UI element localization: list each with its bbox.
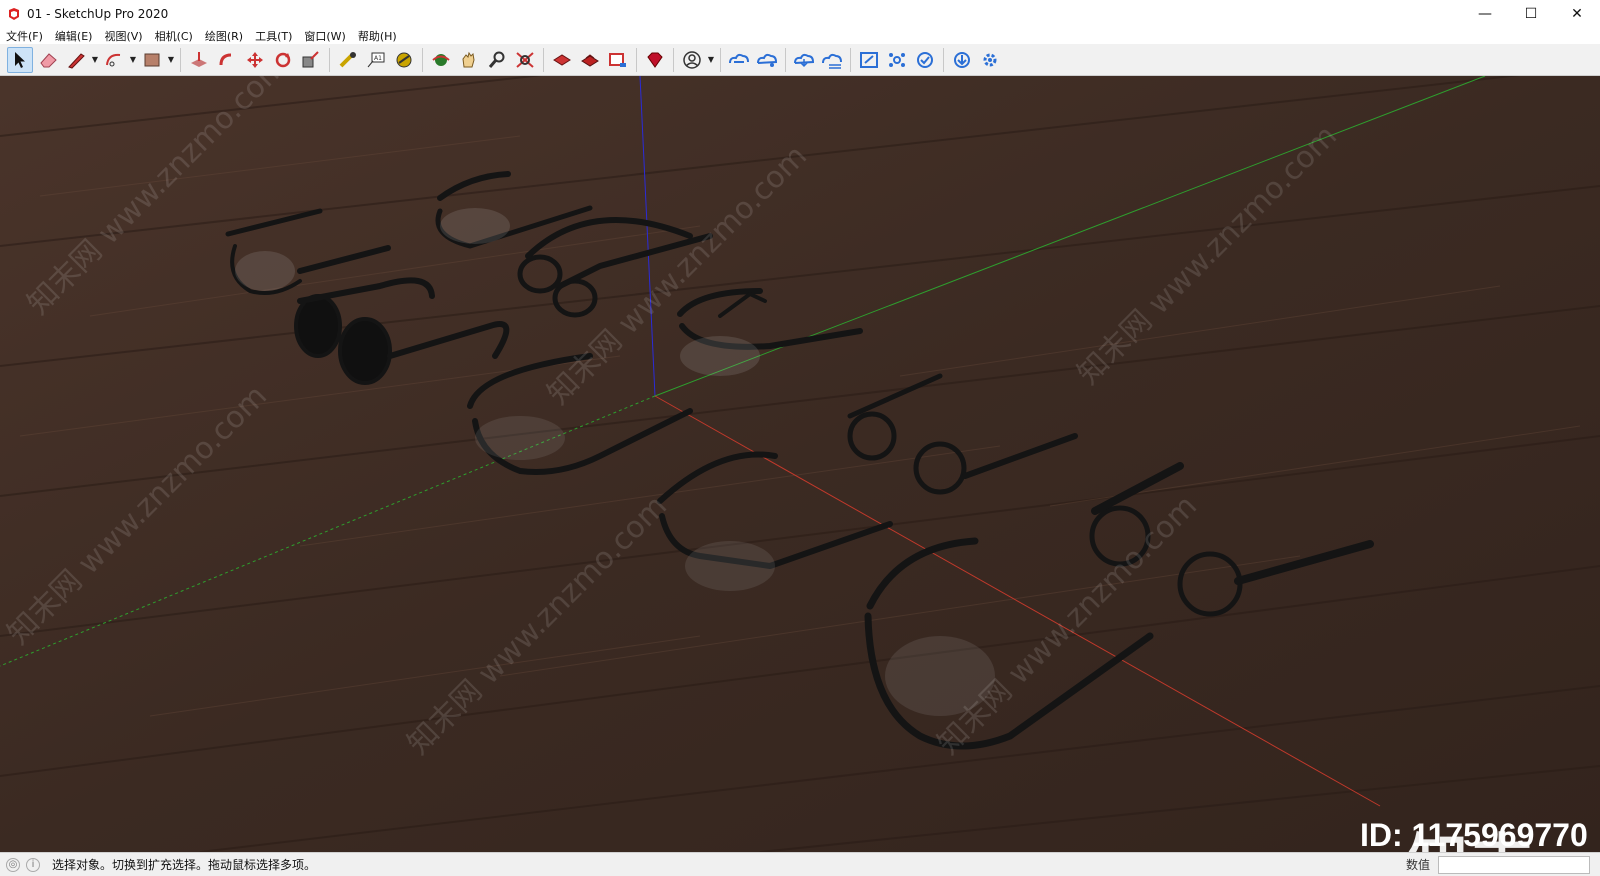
paint-dropdown-caret-icon[interactable]: ▼ [166,47,176,73]
image-id-label: ID: 1175969770 [1360,817,1588,853]
dimension-icon[interactable] [391,47,417,73]
toolbar-separator [943,47,944,72]
maximize-button[interactable]: ☐ [1508,0,1554,28]
measurements-label: 数值 [1405,858,1430,872]
toolbar-separator [329,47,330,72]
menu-view[interactable]: 视图(V) [98,28,148,44]
menu-window[interactable]: 窗口(W) [298,28,351,44]
text-icon[interactable]: A1 [363,47,389,73]
arc-tool-icon[interactable] [101,47,127,73]
info-icon[interactable]: i [26,857,40,872]
main-toolbar: ▼ ▼ ▼ A1 ▼ [0,44,1600,76]
menu-edit[interactable]: 编辑(E) [49,28,99,44]
menu-bar: 文件(F) 编辑(E) 视图(V) 相机(C) 绘图(R) 工具(T) 窗口(W… [0,28,1600,44]
menu-help[interactable]: 帮助(H) [352,28,403,44]
follow-me-icon[interactable] [214,47,240,73]
wood-floor [0,76,1600,852]
zoom-icon[interactable] [484,47,510,73]
title-bar: 01 - SketchUp Pro 2020 — ☐ ✕ [0,0,1600,28]
select-tool-icon[interactable] [7,46,33,73]
status-bar: ◎ i 选择对象。切换到扩充选择。拖动鼠标选择多项。 数值 [0,852,1600,876]
settings-icon[interactable] [977,47,1003,73]
cloud-link-icon[interactable] [726,47,752,73]
resize-icon[interactable] [856,47,882,73]
download-icon[interactable] [949,47,975,73]
toolbar-separator [422,47,423,72]
toolbar-separator [180,47,181,72]
svg-text:A1: A1 [374,55,382,62]
menu-tools[interactable]: 工具(T) [249,28,298,44]
scale-icon[interactable] [298,47,324,73]
cloud-share-icon[interactable] [754,47,780,73]
toolbar-separator [720,47,721,72]
window-title: 01 - SketchUp Pro 2020 [27,7,169,21]
arc-dropdown-caret-icon[interactable]: ▼ [128,47,138,73]
status-message: 选择对象。切换到扩充选择。拖动鼠标选择多项。 [52,858,317,872]
geolocation-icon[interactable]: ◎ [6,857,20,872]
rotate-icon[interactable] [270,47,296,73]
toolbar-separator [636,47,637,72]
scene-canvas: 知末网 www.znzmo.com 知末网 www.znzmo.com 知末网 … [0,76,1600,852]
minimize-button[interactable]: — [1462,0,1508,28]
eraser-tool-icon[interactable] [35,47,61,73]
paint-bucket-icon[interactable] [139,47,165,73]
layout-icon[interactable] [605,47,631,73]
cloud-list-icon[interactable] [819,47,845,73]
toolbar-separator [543,47,544,72]
menu-file[interactable]: 文件(F) [0,28,49,44]
push-pull-icon[interactable] [186,47,212,73]
zoom-extents-icon[interactable] [512,47,538,73]
account-icon[interactable] [679,47,705,73]
components-icon[interactable] [884,47,910,73]
toolbar-separator [850,47,851,72]
pan-icon[interactable] [456,47,482,73]
pencil-dropdown-caret-icon[interactable]: ▼ [90,47,100,73]
toolbar-separator [785,47,786,72]
toolbar-separator [673,47,674,72]
menu-camera[interactable]: 相机(C) [149,28,199,44]
refresh-check-icon[interactable] [912,47,938,73]
ruby-icon[interactable] [642,47,668,73]
pencil-line-tool-icon[interactable] [63,47,89,73]
measurements-input[interactable] [1438,856,1590,874]
move-icon[interactable] [242,47,268,73]
extension-warehouse-icon[interactable] [577,47,603,73]
close-button[interactable]: ✕ [1554,0,1600,28]
menu-draw[interactable]: 绘图(R) [199,28,249,44]
orbit-icon[interactable] [428,47,454,73]
tape-measure-icon[interactable] [335,47,361,73]
cloud-download-icon[interactable] [791,47,817,73]
warehouse-icon[interactable] [549,47,575,73]
sketchup-logo-icon [7,7,21,21]
account-dropdown-caret-icon[interactable]: ▼ [706,47,716,73]
model-viewport[interactable]: 知末网 www.znzmo.com 知末网 www.znzmo.com 知末网 … [0,76,1600,852]
